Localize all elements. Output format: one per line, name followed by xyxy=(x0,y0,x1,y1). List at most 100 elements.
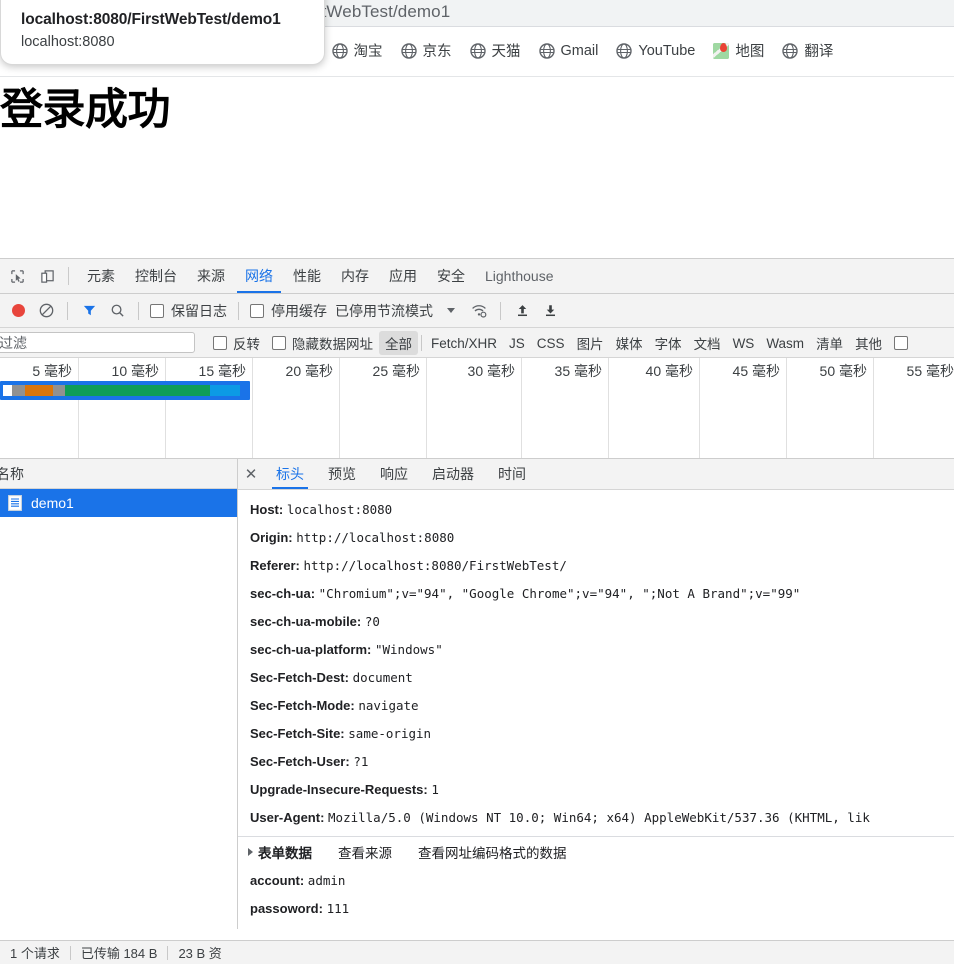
header-row: Origin: http://localhost:8080 xyxy=(250,524,954,552)
tab-label: 来源 xyxy=(197,268,225,284)
upload-icon[interactable] xyxy=(508,298,536,324)
device-toolbar-icon[interactable] xyxy=(34,263,60,289)
type-filter-other[interactable]: 其他 xyxy=(849,331,888,355)
overview-tick: 5 毫秒 xyxy=(32,363,72,379)
tab-memory[interactable]: 内存 xyxy=(331,259,379,293)
inspect-element-icon[interactable] xyxy=(4,263,30,289)
bookmark-item[interactable]: 翻译 xyxy=(773,37,842,64)
chevron-down-icon[interactable] xyxy=(437,298,465,324)
status-transferred: 已传输 184 B xyxy=(80,946,158,961)
checkbox-icon xyxy=(272,336,286,350)
detail-tab-initiator[interactable]: 启动器 xyxy=(420,459,486,489)
waterfall-segment-download xyxy=(210,385,240,396)
invert-checkbox[interactable]: 反转 xyxy=(207,333,266,353)
bookmark-label: 天猫 xyxy=(491,44,521,60)
tab-label: 标头 xyxy=(276,466,304,482)
bookmark-item[interactable]: 淘宝 xyxy=(323,37,392,64)
clear-icon[interactable] xyxy=(32,298,60,324)
filter-placeholder: 过滤 xyxy=(0,334,27,351)
bookmark-item[interactable]: 地图 xyxy=(704,37,773,64)
header-row: sec-ch-ua-mobile: ?0 xyxy=(250,608,954,636)
header-value: "Windows" xyxy=(374,642,443,657)
form-data-header[interactable]: 表单数据 查看来源 查看网址编码格式的数据 xyxy=(238,837,954,867)
type-filter-js[interactable]: JS xyxy=(503,334,531,353)
header-row: sec-ch-ua: "Chromium";v="94", "Google Ch… xyxy=(250,580,954,608)
network-overview[interactable]: 5 毫秒 10 毫秒 15 毫秒 20 毫秒 25 毫秒 30 毫秒 35 毫秒… xyxy=(0,358,954,459)
browser-chrome: stWebTest/demo1 索 淘宝 xyxy=(0,0,954,78)
url-hover-tooltip: localhost:8080/FirstWebTest/demo1 localh… xyxy=(0,0,325,65)
network-filter-bar: 过滤 反转 隐藏数据网址 全部 Fetch/XHR JS CSS 图片 媒体 字… xyxy=(0,328,954,358)
overview-tick: 10 毫秒 xyxy=(111,363,159,379)
funnel-icon[interactable] xyxy=(75,298,103,324)
request-list: 名称 demo1 xyxy=(0,459,238,929)
type-filter-fetch-xhr[interactable]: Fetch/XHR xyxy=(425,334,503,353)
chevron-down-icon[interactable] xyxy=(248,848,253,856)
detail-tab-timing[interactable]: 时间 xyxy=(486,459,538,489)
record-icon[interactable] xyxy=(4,298,32,324)
view-source-link[interactable]: 查看来源 xyxy=(338,842,392,862)
tab-sources[interactable]: 来源 xyxy=(187,259,235,293)
waterfall-segment-waiting xyxy=(65,385,210,396)
filter-options: 反转 隐藏数据网址 全部 Fetch/XHR JS CSS 图片 媒体 字体 文… xyxy=(207,328,909,358)
detail-tab-headers[interactable]: 标头 xyxy=(264,459,316,489)
tab-label: 启动器 xyxy=(432,466,474,482)
view-urlencoded-link[interactable]: 查看网址编码格式的数据 xyxy=(418,842,567,862)
throttling-label[interactable]: 已停用节流模式 xyxy=(331,301,437,321)
bookmark-item[interactable]: 天猫 xyxy=(461,37,530,64)
overview-tick: 20 毫秒 xyxy=(285,363,333,379)
document-icon xyxy=(8,495,22,511)
close-icon[interactable]: ✕ xyxy=(238,465,264,483)
header-value: same-origin xyxy=(348,726,432,741)
globe-icon xyxy=(400,42,417,59)
table-row[interactable]: demo1 xyxy=(0,489,237,517)
hide-data-urls-checkbox[interactable]: 隐藏数据网址 xyxy=(266,333,379,353)
header-key: Sec-Fetch-Site: xyxy=(250,726,345,741)
type-filter-manifest[interactable]: 清单 xyxy=(810,331,849,355)
type-filter-wasm[interactable]: Wasm xyxy=(760,334,810,353)
detail-body[interactable]: Host: localhost:8080 Origin: http://loca… xyxy=(238,490,954,929)
bookmark-label: 淘宝 xyxy=(353,44,383,60)
bookmark-label: Gmail xyxy=(560,42,599,59)
type-filter-doc[interactable]: 文档 xyxy=(688,331,727,355)
bookmark-item[interactable]: Gmail xyxy=(530,40,608,62)
type-filter-img[interactable]: 图片 xyxy=(571,331,610,355)
overview-tick: 45 毫秒 xyxy=(732,363,780,379)
bookmark-item[interactable]: YouTube xyxy=(607,40,704,62)
header-value: "Chromium";v="94", "Google Chrome";v="94… xyxy=(318,586,801,601)
request-list-header[interactable]: 名称 xyxy=(0,459,237,489)
globe-icon xyxy=(782,42,799,59)
tab-label: 性能 xyxy=(293,268,321,284)
tab-network[interactable]: 网络 xyxy=(235,259,283,293)
header-row: Referer: http://localhost:8080/FirstWebT… xyxy=(250,552,954,580)
download-icon[interactable] xyxy=(536,298,564,324)
trailing-checkbox[interactable] xyxy=(888,336,909,350)
request-detail: ✕ 标头 预览 响应 启动器 时间 Host: localhost:8080 O… xyxy=(238,459,954,929)
type-filter-css[interactable]: CSS xyxy=(531,334,571,353)
search-icon[interactable] xyxy=(103,298,131,324)
wifi-settings-icon[interactable] xyxy=(465,298,493,324)
overview-tick: 55 毫秒 xyxy=(906,363,954,379)
header-value: navigate xyxy=(358,698,419,713)
type-filter-ws[interactable]: WS xyxy=(727,334,761,353)
tab-application[interactable]: 应用 xyxy=(379,259,427,293)
header-value: Mozilla/5.0 (Windows NT 10.0; Win64; x64… xyxy=(328,810,870,825)
type-filter-media[interactable]: 媒体 xyxy=(610,331,649,355)
type-filter-font[interactable]: 字体 xyxy=(649,331,688,355)
filter-input[interactable]: 过滤 xyxy=(0,332,195,353)
overview-tick: 30 毫秒 xyxy=(467,363,515,379)
type-filter-all[interactable]: 全部 xyxy=(379,331,418,355)
toolbar-divider xyxy=(500,301,501,320)
preserve-log-checkbox[interactable]: 保留日志 xyxy=(146,301,231,321)
tab-elements[interactable]: 元素 xyxy=(77,259,125,293)
header-key: Host: xyxy=(250,502,284,517)
tab-console[interactable]: 控制台 xyxy=(125,259,187,293)
detail-tab-preview[interactable]: 预览 xyxy=(316,459,368,489)
detail-tab-response[interactable]: 响应 xyxy=(368,459,420,489)
disable-cache-checkbox[interactable]: 停用缓存 xyxy=(246,301,331,321)
tab-lighthouse[interactable]: Lighthouse xyxy=(475,259,564,293)
bookmarks-list: 索 淘宝 京东 xyxy=(290,37,842,64)
tab-performance[interactable]: 性能 xyxy=(283,259,331,293)
tab-label: 响应 xyxy=(380,466,408,482)
tab-security[interactable]: 安全 xyxy=(427,259,475,293)
bookmark-item[interactable]: 京东 xyxy=(392,37,461,64)
